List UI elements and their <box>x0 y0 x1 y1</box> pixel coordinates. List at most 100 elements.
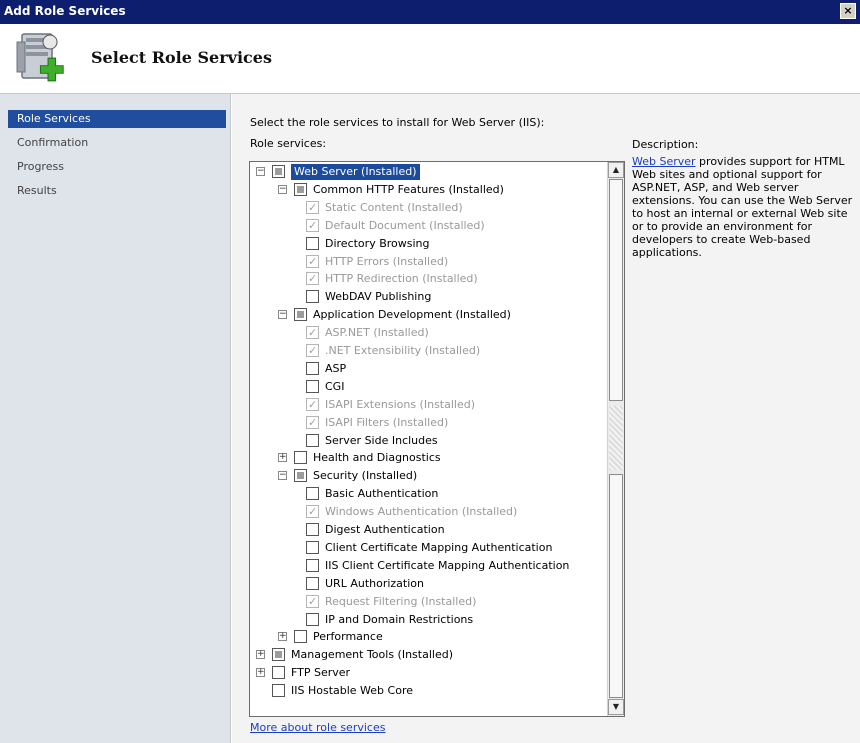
role-checkbox[interactable] <box>272 648 285 662</box>
tree-item-label: Basic Authentication <box>325 487 439 501</box>
tree-item-label: Digest Authentication <box>325 523 445 536</box>
checkmark-icon: ✓ <box>308 218 318 232</box>
description-body: provides support for HTML Web sites and … <box>632 155 853 259</box>
description-link[interactable]: Web Server <box>632 155 696 168</box>
tree-item[interactable]: − Application Development (Installed) <box>250 307 605 323</box>
tree-item[interactable]: URL Authorization <box>250 576 605 592</box>
tree-item-label: Management Tools (Installed) <box>291 648 453 662</box>
scroll-thumb-lower[interactable] <box>609 474 623 698</box>
tree-item[interactable]: − Security (Installed) <box>250 468 605 484</box>
role-checkbox[interactable] <box>294 451 307 465</box>
tree-item[interactable]: + FTP Server <box>250 665 605 681</box>
tree-item-label: ISAPI Filters (Installed) <box>325 415 449 429</box>
collapse-icon[interactable]: − <box>278 310 287 320</box>
tree-item[interactable]: Client Certificate Mapping Authenticatio… <box>250 540 605 556</box>
role-checkbox[interactable] <box>306 236 319 250</box>
tree-item[interactable]: ✓ ISAPI Extensions (Installed) <box>250 397 605 413</box>
tree-scrollbar[interactable]: ▲ ▼ <box>607 162 624 716</box>
tree-item-label: Health and Diagnostics <box>313 451 441 465</box>
role-checkbox[interactable] <box>306 612 319 626</box>
tree-item[interactable]: Server Side Includes <box>250 433 605 449</box>
role-checkbox[interactable] <box>272 666 285 680</box>
tree-item[interactable]: − Web Server (Installed) <box>250 164 605 180</box>
scroll-grip[interactable] <box>609 406 623 470</box>
description-title: Description: <box>632 138 699 151</box>
tree-item-label: Windows Authentication (Installed) <box>325 505 518 519</box>
tree-item[interactable]: ✓ Default Document (Installed) <box>250 218 605 234</box>
close-icon[interactable]: × <box>840 3 856 19</box>
expand-icon[interactable]: + <box>256 650 265 660</box>
tree-item[interactable]: ✓ HTTP Errors (Installed) <box>250 254 605 270</box>
tree-item-label: Web Server (Installed) <box>291 164 420 180</box>
tree-item[interactable]: IIS Client Certificate Mapping Authentic… <box>250 558 605 574</box>
tree-item[interactable]: ✓ HTTP Redirection (Installed) <box>250 271 605 287</box>
nav-item-confirmation[interactable]: Confirmation <box>8 134 226 152</box>
role-checkbox[interactable] <box>272 684 285 698</box>
title-bar: Add Role Services × <box>0 0 860 24</box>
tree-item[interactable]: IP and Domain Restrictions <box>250 612 605 628</box>
expand-icon[interactable]: + <box>256 668 265 678</box>
role-checkbox[interactable] <box>294 630 307 644</box>
tree-item-label: Default Document (Installed) <box>325 218 485 232</box>
tree-item[interactable]: ASP <box>250 361 605 377</box>
tree-item[interactable]: ✓ ISAPI Filters (Installed) <box>250 415 605 431</box>
role-checkbox[interactable] <box>294 469 307 483</box>
tree-item[interactable]: Basic Authentication <box>250 486 605 502</box>
tree-item[interactable]: Directory Browsing <box>250 236 605 252</box>
tree-item[interactable]: ✓ Static Content (Installed) <box>250 200 605 216</box>
expand-icon[interactable]: + <box>278 632 287 642</box>
collapse-icon[interactable]: − <box>256 167 265 176</box>
role-checkbox: ✓ <box>306 594 319 608</box>
role-checkbox[interactable] <box>306 290 319 304</box>
collapse-icon[interactable]: − <box>278 184 287 194</box>
role-checkbox: ✓ <box>306 272 319 286</box>
tree-item[interactable]: ✓ Request Filtering (Installed) <box>250 594 605 610</box>
tree-item-label: Client Certificate Mapping Authenticatio… <box>325 540 553 554</box>
tree-item-label: URL Authorization <box>325 576 424 590</box>
nav-item-progress[interactable]: Progress <box>8 158 226 176</box>
tree-item[interactable]: WebDAV Publishing <box>250 289 605 305</box>
role-checkbox: ✓ <box>306 200 319 214</box>
role-checkbox: ✓ <box>306 344 319 357</box>
scroll-up-icon[interactable]: ▲ <box>608 162 624 178</box>
expand-icon[interactable]: + <box>278 453 287 463</box>
role-checkbox[interactable] <box>306 576 319 590</box>
tree-item[interactable]: − Common HTTP Features (Installed) <box>250 182 605 198</box>
role-checkbox[interactable] <box>306 433 319 447</box>
tree-item[interactable]: + Management Tools (Installed) <box>250 647 605 663</box>
role-checkbox[interactable] <box>306 523 319 536</box>
nav-item-role-services[interactable]: Role Services <box>8 110 226 128</box>
more-about-role-services-link[interactable]: More about role services <box>250 721 385 734</box>
role-checkbox[interactable] <box>306 558 319 572</box>
tree-item[interactable]: + Performance <box>250 629 605 645</box>
checkmark-icon: ✓ <box>308 254 318 268</box>
tree-item[interactable]: Digest Authentication <box>250 522 605 538</box>
collapse-icon[interactable]: − <box>278 471 287 481</box>
tree-item-label: ASP.NET (Installed) <box>325 326 429 340</box>
role-checkbox[interactable] <box>306 379 319 393</box>
checkmark-icon: ✓ <box>308 594 318 608</box>
main-pane: Select the role services to install for … <box>232 94 860 743</box>
role-checkbox[interactable] <box>294 308 307 322</box>
tree-item[interactable]: ✓ Windows Authentication (Installed) <box>250 504 605 520</box>
scroll-down-icon[interactable]: ▼ <box>608 699 624 715</box>
role-checkbox[interactable] <box>306 540 319 554</box>
checkmark-icon: ✓ <box>308 505 318 519</box>
tree-item[interactable]: ✓ .NET Extensibility (Installed) <box>250 343 605 359</box>
tree-item-label: ISAPI Extensions (Installed) <box>325 397 476 411</box>
scroll-thumb[interactable] <box>609 179 623 401</box>
tree-item[interactable]: CGI <box>250 379 605 395</box>
nav-item-results[interactable]: Results <box>8 182 226 200</box>
role-checkbox[interactable] <box>294 182 307 196</box>
tree-item-label: FTP Server <box>291 666 351 680</box>
role-services-tree[interactable]: ▲ ▼ − Web Server (Installed) − Common HTTP … <box>249 161 625 717</box>
tree-item-label: Server Side Includes <box>325 433 438 447</box>
tree-item[interactable]: IIS Hostable Web Core <box>250 683 605 699</box>
tree-item[interactable]: ✓ ASP.NET (Installed) <box>250 325 605 341</box>
tree-item-label: IIS Hostable Web Core <box>291 684 413 698</box>
role-checkbox[interactable] <box>306 361 319 375</box>
role-checkbox[interactable] <box>306 487 319 501</box>
tree-item-label: Static Content (Installed) <box>325 200 463 214</box>
role-checkbox[interactable] <box>272 165 285 178</box>
tree-item[interactable]: + Health and Diagnostics <box>250 450 605 466</box>
